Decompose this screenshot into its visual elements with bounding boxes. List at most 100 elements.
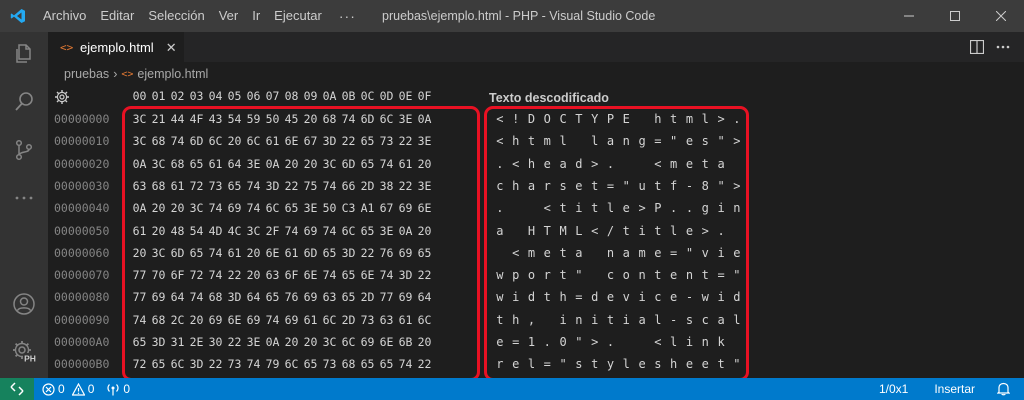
more-views-button[interactable] [0,178,48,218]
vscode-logo-icon [0,0,36,32]
hex-bytes-highlight [122,106,480,381]
column-header-cell: 02 [170,89,185,103]
maximize-button[interactable] [932,0,978,32]
menu-ir[interactable]: Ir [245,0,267,32]
tab-ejemplo-html[interactable]: <> ejemplo.html ✕ [48,32,184,62]
gear-icon: PH [13,341,37,364]
row-offset: 00000080 [54,290,110,305]
decoded-text-title: Texto descodificado [489,91,609,105]
tab-label: ejemplo.html [80,40,154,55]
problems-indicator[interactable]: 0 0 [42,382,94,396]
tab-bar: <> ejemplo.html ✕ [48,32,1024,62]
column-header-cell: 0C [360,89,375,103]
column-header-cell: 07 [265,89,280,103]
selection-text: 1/0x1 [878,382,909,396]
warning-icon [71,382,85,396]
accounts-button[interactable] [0,284,48,324]
manage-button[interactable]: PH [0,332,48,372]
row-offset: 00000040 [54,201,110,216]
column-header-cell: 0E [398,89,413,103]
menu-bar: Archivo Editar Selección Ver Ir Ejecutar… [36,0,366,32]
breadcrumb: pruebas › <> ejemplo.html [48,62,1024,86]
title-bar: Archivo Editar Selección Ver Ir Ejecutar… [0,0,1024,32]
window-title: pruebas\ejemplo.html - PHP - Visual Stud… [382,9,656,23]
html-file-icon: <> [60,41,74,54]
status-right: 1/0x1 Insertar [879,378,1024,400]
column-header-cell: 0D [379,89,394,103]
menu-ejecutar[interactable]: Ejecutar [267,0,329,32]
split-editor-button[interactable] [964,32,990,62]
maximize-icon [950,11,960,21]
column-header-cell: 05 [227,89,242,103]
more-actions-icon [996,45,1010,49]
column-header-cell: 00 [132,89,147,103]
close-window-button[interactable] [978,0,1024,32]
menu-more-button[interactable]: ··· [329,8,366,24]
column-header: 00 01 02 03 04 05 06 07 08 09 0A 0B 0C 0D 0E 0F [130,89,434,103]
gear-icon [55,90,69,104]
window-controls [886,0,1024,32]
account-icon [13,293,35,315]
breadcrumb-file[interactable]: ejemplo.html [137,67,208,81]
edit-mode-indicator[interactable]: Insertar [934,382,975,396]
menu-seleccion[interactable]: Selección [141,0,211,32]
row-offset: 00000030 [54,178,110,193]
edit-mode-text: Insertar [934,382,975,396]
error-icon [42,382,55,396]
search-icon [15,92,33,111]
row-offset: 00000010 [54,134,110,149]
search-button[interactable] [0,82,48,122]
warning-count: 0 [87,382,95,396]
notifications-button[interactable] [997,382,1010,396]
status-bar: 0 0 0 1/0x1 Insertar [0,378,1024,400]
selection-indicator[interactable]: 1/0x1 [879,382,908,396]
menu-editar[interactable]: Editar [93,0,141,32]
column-header-cell: 06 [246,89,261,103]
column-header-cell: 09 [303,89,318,103]
breadcrumb-separator: › [113,67,118,81]
tab-close-button[interactable]: ✕ [166,40,177,56]
row-offset: 000000B0 [54,357,110,372]
source-control-icon [15,139,33,161]
php-badge: PH [24,354,36,364]
explorer-button[interactable] [0,34,48,74]
column-header-cell: 0B [341,89,356,103]
breadcrumb-folder[interactable]: pruebas [48,67,109,81]
menu-ver[interactable]: Ver [212,0,246,32]
ports-indicator[interactable]: 0 [106,382,130,396]
row-offset: 00000020 [54,156,110,171]
activity-bar: PH [0,32,48,378]
row-offset: 000000A0 [54,335,110,349]
html-file-icon: <> [121,68,134,80]
row-offset: 00000060 [54,245,110,260]
more-actions-button[interactable] [990,32,1016,62]
row-offset: 00000000 [54,112,110,126]
bell-icon [997,382,1010,396]
error-count: 0 [58,382,65,396]
menu-archivo[interactable]: Archivo [36,0,93,32]
row-offset: 00000050 [54,223,110,238]
broadcast-icon [107,383,119,395]
row-offset: 00000070 [54,268,110,283]
ellipsis-icon [15,196,33,200]
column-header-cell: 0A [322,89,337,103]
source-control-button[interactable] [0,130,48,170]
minimize-icon [904,15,914,17]
editor-actions [964,32,1024,62]
column-header-cell: 0F [417,89,432,103]
column-header-cell: 03 [189,89,204,103]
split-editor-icon [970,40,984,54]
hex-settings-button[interactable] [54,89,70,105]
column-header-cell: 04 [208,89,223,103]
remote-icon [10,382,24,396]
decoded-text-highlight [484,106,749,381]
hex-editor: 00 01 02 03 04 05 06 07 08 09 0A 0B 0C 0D 0E 0F Texto d… [48,86,1024,381]
column-header-cell: 08 [284,89,299,103]
remote-button[interactable] [0,378,34,400]
row-offset: 00000090 [54,312,110,327]
column-header-cell: 01 [151,89,166,103]
minimize-button[interactable] [886,0,932,32]
ports-count: 0 [123,382,131,396]
close-icon [996,11,1006,21]
files-icon [16,44,31,63]
